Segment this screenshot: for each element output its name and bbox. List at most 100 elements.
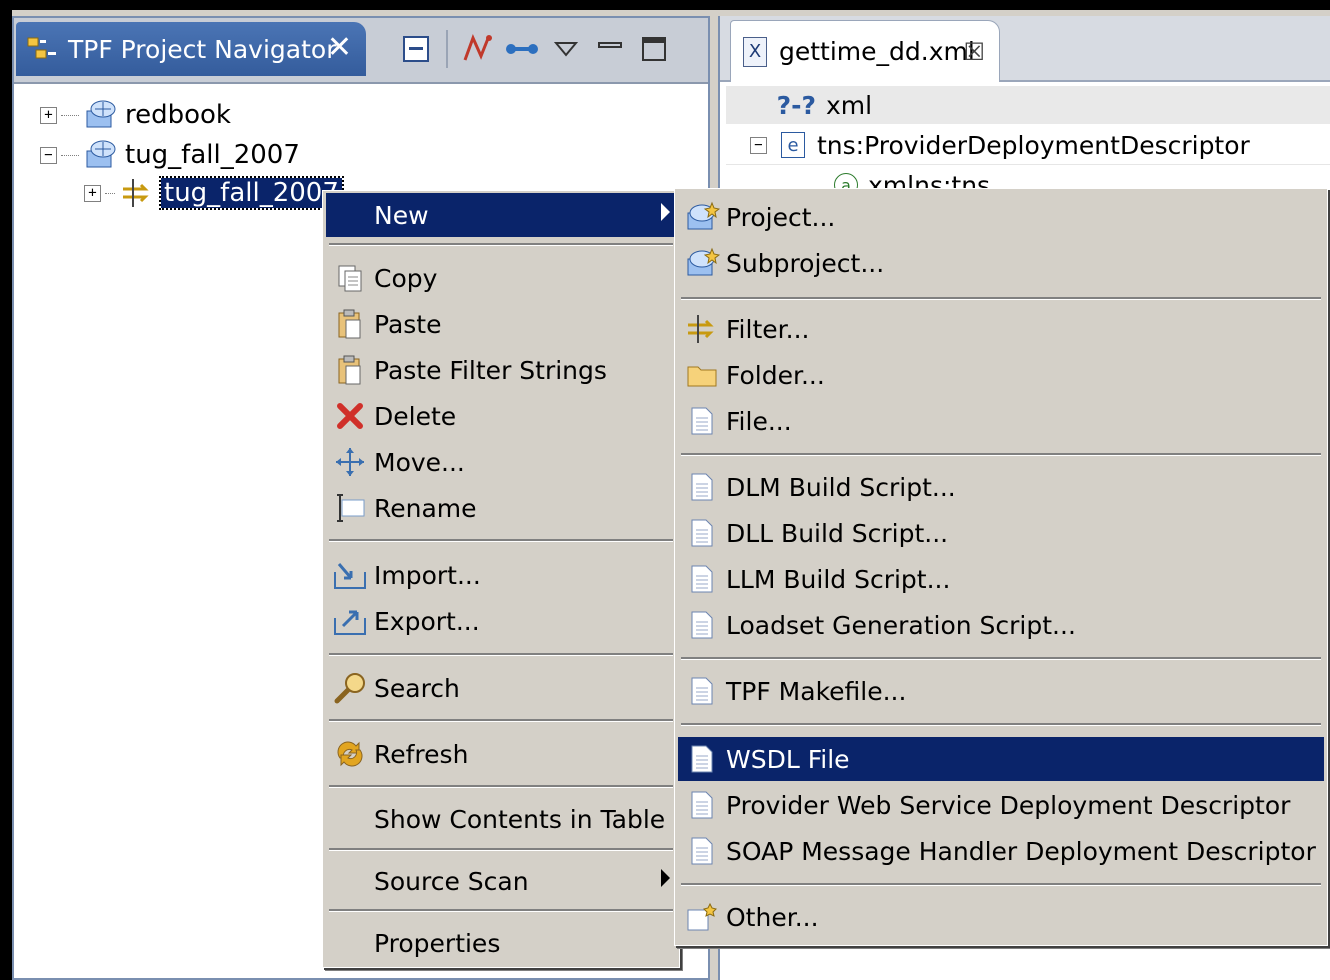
menu-item-refresh[interactable]: Refresh	[326, 732, 676, 776]
submenu-item-filter[interactable]: Filter...	[678, 307, 1324, 351]
tree-item-tug-fall-2007-filter[interactable]: + tug_fall_2007	[84, 174, 344, 212]
context-menu: New Copy Paste Paste Filter Strings Dele…	[322, 190, 680, 968]
menu-item-rename[interactable]: Rename	[326, 486, 676, 530]
navigator-tab-bar: TPF Project Navigator ✕	[14, 18, 708, 84]
filter-view-icon[interactable]	[456, 27, 500, 71]
link-with-editor-icon[interactable]	[500, 27, 544, 71]
file-icon	[684, 833, 720, 869]
menu-item-paste[interactable]: Paste	[326, 302, 676, 346]
ide-window: TPF Project Navigator ✕ + redbook − tug_…	[10, 10, 1330, 980]
menu-item-show-contents-in-table[interactable]: Show Contents in Table	[326, 797, 676, 841]
search-icon	[332, 670, 368, 706]
submenu-item-subproject[interactable]: Subproject...	[678, 241, 1324, 285]
project-icon	[83, 139, 119, 171]
editor-tab-bar: X gettime_dd.xml ☒	[720, 16, 1330, 82]
menu-item-paste-filter-strings[interactable]: Paste Filter Strings	[326, 348, 676, 392]
close-icon[interactable]: ✕	[327, 30, 352, 65]
menu-separator	[681, 297, 1321, 300]
submenu-arrow-icon	[661, 869, 670, 887]
submenu-item-tpf-makefile[interactable]: TPF Makefile...	[678, 669, 1324, 713]
collapse-all-icon[interactable]	[394, 27, 438, 71]
editor-tab[interactable]: X gettime_dd.xml ☒	[730, 20, 1000, 82]
tree-item-tug-fall-2007-project[interactable]: − tug_fall_2007	[40, 136, 300, 174]
file-icon	[684, 607, 720, 643]
tree-connector	[61, 114, 79, 116]
menu-item-move[interactable]: Move...	[326, 440, 676, 484]
submenu-item-llm-build-script[interactable]: LLM Build Script...	[678, 557, 1324, 601]
file-icon	[684, 561, 720, 597]
navigator-tab-title: TPF Project Navigator	[68, 34, 337, 64]
file-icon	[684, 403, 720, 439]
folder-icon	[684, 357, 720, 393]
filter-icon	[684, 311, 720, 347]
collapse-icon[interactable]: −	[750, 136, 767, 154]
menu-separator	[329, 243, 673, 246]
paste-icon	[332, 352, 368, 388]
navigator-tab[interactable]: TPF Project Navigator ✕	[16, 22, 366, 76]
menu-separator	[329, 719, 673, 722]
tree-connector	[105, 192, 115, 194]
file-icon	[684, 787, 720, 823]
submenu-item-project[interactable]: Project...	[678, 195, 1324, 239]
menu-separator	[329, 909, 673, 912]
maximize-icon[interactable]	[632, 27, 676, 71]
submenu-item-soap-message-handler-deployment-descriptor[interactable]: SOAP Message Handler Deployment Descript…	[678, 829, 1324, 873]
menu-separator	[681, 723, 1321, 726]
menu-item-properties[interactable]: Properties	[326, 921, 676, 965]
submenu-arrow-icon	[661, 203, 670, 221]
tree-item-redbook[interactable]: + redbook	[40, 96, 231, 134]
submenu-item-wsdl-file[interactable]: WSDL File	[678, 737, 1324, 781]
new-icon	[332, 197, 368, 233]
menu-item-export[interactable]: Export...	[326, 599, 676, 643]
move-icon	[332, 444, 368, 480]
menu-item-delete[interactable]: Delete	[326, 394, 676, 438]
processing-instruction-icon: ?-?	[776, 90, 816, 120]
expand-icon[interactable]: +	[40, 106, 57, 124]
xml-node-label: xml	[826, 90, 873, 120]
submenu-item-other[interactable]: Other...	[678, 895, 1324, 939]
tree-connector	[61, 154, 79, 156]
submenu-item-dlm-build-script[interactable]: DLM Build Script...	[678, 465, 1324, 509]
filter-icon	[119, 177, 155, 209]
navigator-toolbar	[394, 24, 676, 74]
minimize-icon[interactable]	[588, 27, 632, 71]
expand-icon[interactable]: +	[84, 184, 101, 202]
close-icon[interactable]: ☒	[963, 38, 985, 66]
submenu-item-file[interactable]: File...	[678, 399, 1324, 443]
navigator-icon	[26, 34, 60, 64]
new-subproject-icon	[684, 245, 720, 281]
file-icon	[684, 741, 720, 777]
submenu-item-loadset-generation-script[interactable]: Loadset Generation Script...	[678, 603, 1324, 647]
import-icon	[332, 557, 368, 593]
xml-file-icon: X	[743, 36, 767, 67]
tree-item-label: redbook	[125, 100, 231, 130]
xml-node-row[interactable]: − e tns:ProviderDeploymentDescriptor	[726, 126, 1330, 165]
submenu-item-provider-web-service-deployment-descriptor[interactable]: Provider Web Service Deployment Descript…	[678, 783, 1324, 827]
element-icon: e	[781, 132, 805, 158]
rename-icon	[332, 490, 368, 526]
menu-item-search[interactable]: Search	[326, 666, 676, 710]
collapse-icon[interactable]: −	[40, 146, 57, 164]
menu-item-new[interactable]: New	[326, 193, 676, 237]
menu-separator	[329, 539, 673, 542]
new-submenu: Project... Subproject... Filter... Folde…	[674, 188, 1328, 946]
submenu-item-dll-build-script[interactable]: DLL Build Script...	[678, 511, 1324, 555]
submenu-item-folder[interactable]: Folder...	[678, 353, 1324, 397]
menu-item-copy[interactable]: Copy	[326, 256, 676, 300]
delete-icon	[332, 398, 368, 434]
file-icon	[684, 469, 720, 505]
xml-node-row[interactable]: ?-? xml	[726, 86, 1330, 124]
refresh-icon	[332, 736, 368, 772]
menu-separator	[681, 657, 1321, 660]
source-scan-icon	[332, 863, 368, 899]
menu-item-source-scan[interactable]: Source Scan	[326, 859, 676, 903]
menu-separator	[329, 653, 673, 656]
table-icon	[332, 801, 368, 837]
properties-icon	[332, 925, 368, 961]
paste-icon	[332, 306, 368, 342]
file-icon	[684, 673, 720, 709]
menu-separator	[681, 453, 1321, 456]
view-menu-icon[interactable]	[544, 27, 588, 71]
editor-tab-title: gettime_dd.xml	[779, 37, 975, 66]
menu-item-import[interactable]: Import...	[326, 553, 676, 597]
